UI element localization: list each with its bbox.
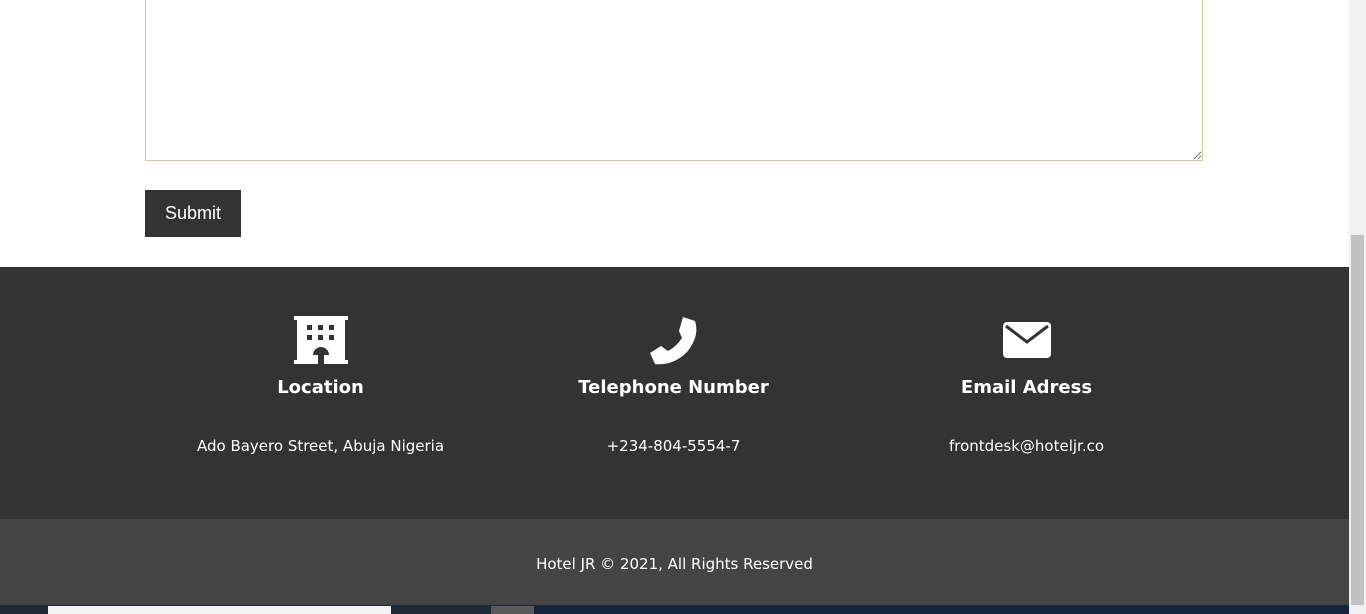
phone-icon xyxy=(497,316,850,366)
submit-button[interactable]: Submit xyxy=(145,190,241,237)
building-icon xyxy=(144,316,497,366)
contact-footer: Location Ado Bayero Street, Abuja Nigeri… xyxy=(0,267,1349,519)
envelope-icon xyxy=(850,316,1203,366)
copyright-text: Hotel JR © 2021, All Rights Reserved xyxy=(536,555,813,573)
taskbar-search-box[interactable] xyxy=(48,606,391,614)
contact-telephone: Telephone Number +234-804-5554-7 xyxy=(497,267,850,519)
page-content: Submit Location Ado Bayero Street, Abuja… xyxy=(0,0,1349,614)
taskbar-app-button[interactable] xyxy=(491,606,534,614)
email-heading: Email Adress xyxy=(960,377,1093,398)
page: Submit Location Ado Bayero Street, Abuja… xyxy=(0,0,1366,614)
email-value: frontdesk@hoteljr.co xyxy=(948,437,1105,455)
location-value: Ado Bayero Street, Abuja Nigeria xyxy=(196,437,445,455)
message-textarea[interactable] xyxy=(145,0,1203,161)
telephone-value: +234-804-5554-7 xyxy=(606,437,741,455)
location-heading: Location xyxy=(277,377,364,398)
copyright-footer: Hotel JR © 2021, All Rights Reserved xyxy=(0,519,1349,614)
contact-location: Location Ado Bayero Street, Abuja Nigeri… xyxy=(144,267,497,519)
scrollbar-thumb[interactable] xyxy=(1351,235,1364,605)
telephone-heading: Telephone Number xyxy=(578,377,769,398)
contact-email: Email Adress frontdesk@hoteljr.co xyxy=(850,267,1203,519)
desktop-wallpaper-strip xyxy=(534,606,1349,614)
